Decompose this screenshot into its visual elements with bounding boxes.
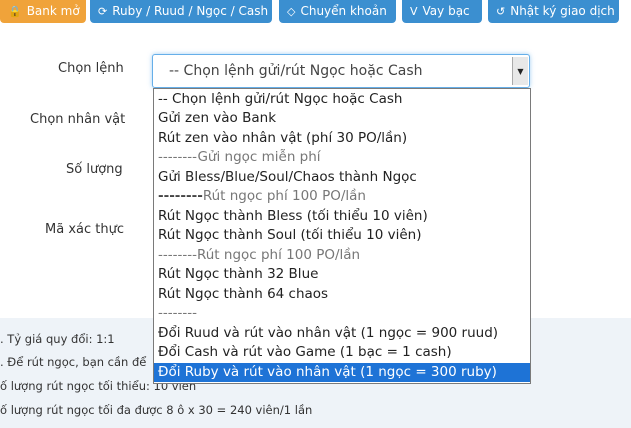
character-label: Chọn nhân vật [30, 112, 126, 127]
dropdown-group-label: --------Rút ngọc phí 100 PO/lần [158, 247, 361, 263]
dropdown-option[interactable]: Đổi Cash và rút vào Game (1 bạc = 1 cash… [154, 343, 530, 362]
chevron-down-icon[interactable]: ▼ [512, 57, 528, 85]
tab-vay-bac[interactable]: V Vay bạc [402, 0, 482, 23]
tab-chuyen-khoan-label: Chuyển khoản [300, 4, 387, 18]
dropdown-option[interactable]: -- Chọn lệnh gửi/rút Ngọc hoặc Cash [154, 90, 530, 109]
quantity-label: Số lượng [66, 162, 123, 177]
tab-nhat-ky-label: Nhật ký giao dịch [510, 4, 615, 18]
refresh-icon: ⟳ [98, 5, 108, 18]
tab-chuyen-khoan[interactable]: ◇ Chuyển khoản [279, 0, 396, 23]
command-select-value: -- Chọn lệnh gửi/rút Ngọc hoặc Cash [169, 63, 423, 79]
dropdown-group-label: --------Rút ngọc phí 100 PO/lần [158, 188, 366, 204]
captcha-label: Mã xác thực [45, 222, 124, 237]
info-line-rate: . Tỷ giá quy đổi: 1:1 [0, 332, 115, 346]
info-line-max: ố lượng rút ngọc tối đa được 8 ô x 30 = … [0, 403, 313, 417]
dropdown-option[interactable]: Rút zen vào nhân vật (phí 30 PO/lần) [154, 129, 530, 148]
vay-icon: V [410, 5, 418, 18]
tab-ruby-ruud-ngoc-cash[interactable]: ⟳ Ruby / Ruud / Ngọc / Cash [90, 0, 272, 23]
tab-nhat-ky-giao-dich[interactable]: ↺ Nhật ký giao dịch [488, 0, 619, 23]
dropdown-option[interactable]: Gửi Bless/Blue/Soul/Chaos thành Ngọc [154, 168, 530, 187]
dropdown-option[interactable]: Rút Ngọc thành 32 Blue [154, 265, 530, 284]
dropdown-group-label: --------Gửi ngọc miễn phí [158, 149, 321, 165]
history-icon: ↺ [496, 5, 506, 18]
exchange-icon: ◇ [287, 5, 296, 18]
dropdown-option[interactable]: Rút Ngọc thành 64 chaos [154, 285, 530, 304]
command-select[interactable]: -- Chọn lệnh gửi/rút Ngọc hoặc Cash ▼ [152, 54, 530, 88]
tab-bank[interactable]: 🔒 Bank mở [0, 0, 86, 23]
command-dropdown-list[interactable]: -- Chọn lệnh gửi/rút Ngọc hoặc Cash Gửi … [153, 88, 531, 384]
command-label: Chọn lệnh [58, 61, 124, 76]
info-line-withdraw-note: . Để rút ngọc, bạn cần để [0, 355, 147, 369]
dropdown-option-selected[interactable]: Đổi Ruby và rút vào nhân vật (1 ngọc = 3… [154, 363, 530, 382]
dropdown-group-label: -------- [158, 305, 197, 321]
dropdown-option[interactable]: Đổi Ruud và rút vào nhân vật (1 ngọc = 9… [154, 324, 530, 343]
tab-ruby-label: Ruby / Ruud / Ngọc / Cash [112, 4, 269, 18]
dropdown-option[interactable]: Rút Ngọc thành Soul (tối thiểu 10 viên) [154, 226, 530, 245]
tab-bank-label: Bank mở [26, 4, 80, 18]
tab-vay-bac-label: Vay bạc [422, 4, 470, 18]
dropdown-option[interactable]: Rút Ngọc thành Bless (tối thiểu 10 viên) [154, 207, 530, 226]
bank-icon: 🔒 [8, 5, 22, 18]
dropdown-option[interactable]: Gửi zen vào Bank [154, 109, 530, 128]
